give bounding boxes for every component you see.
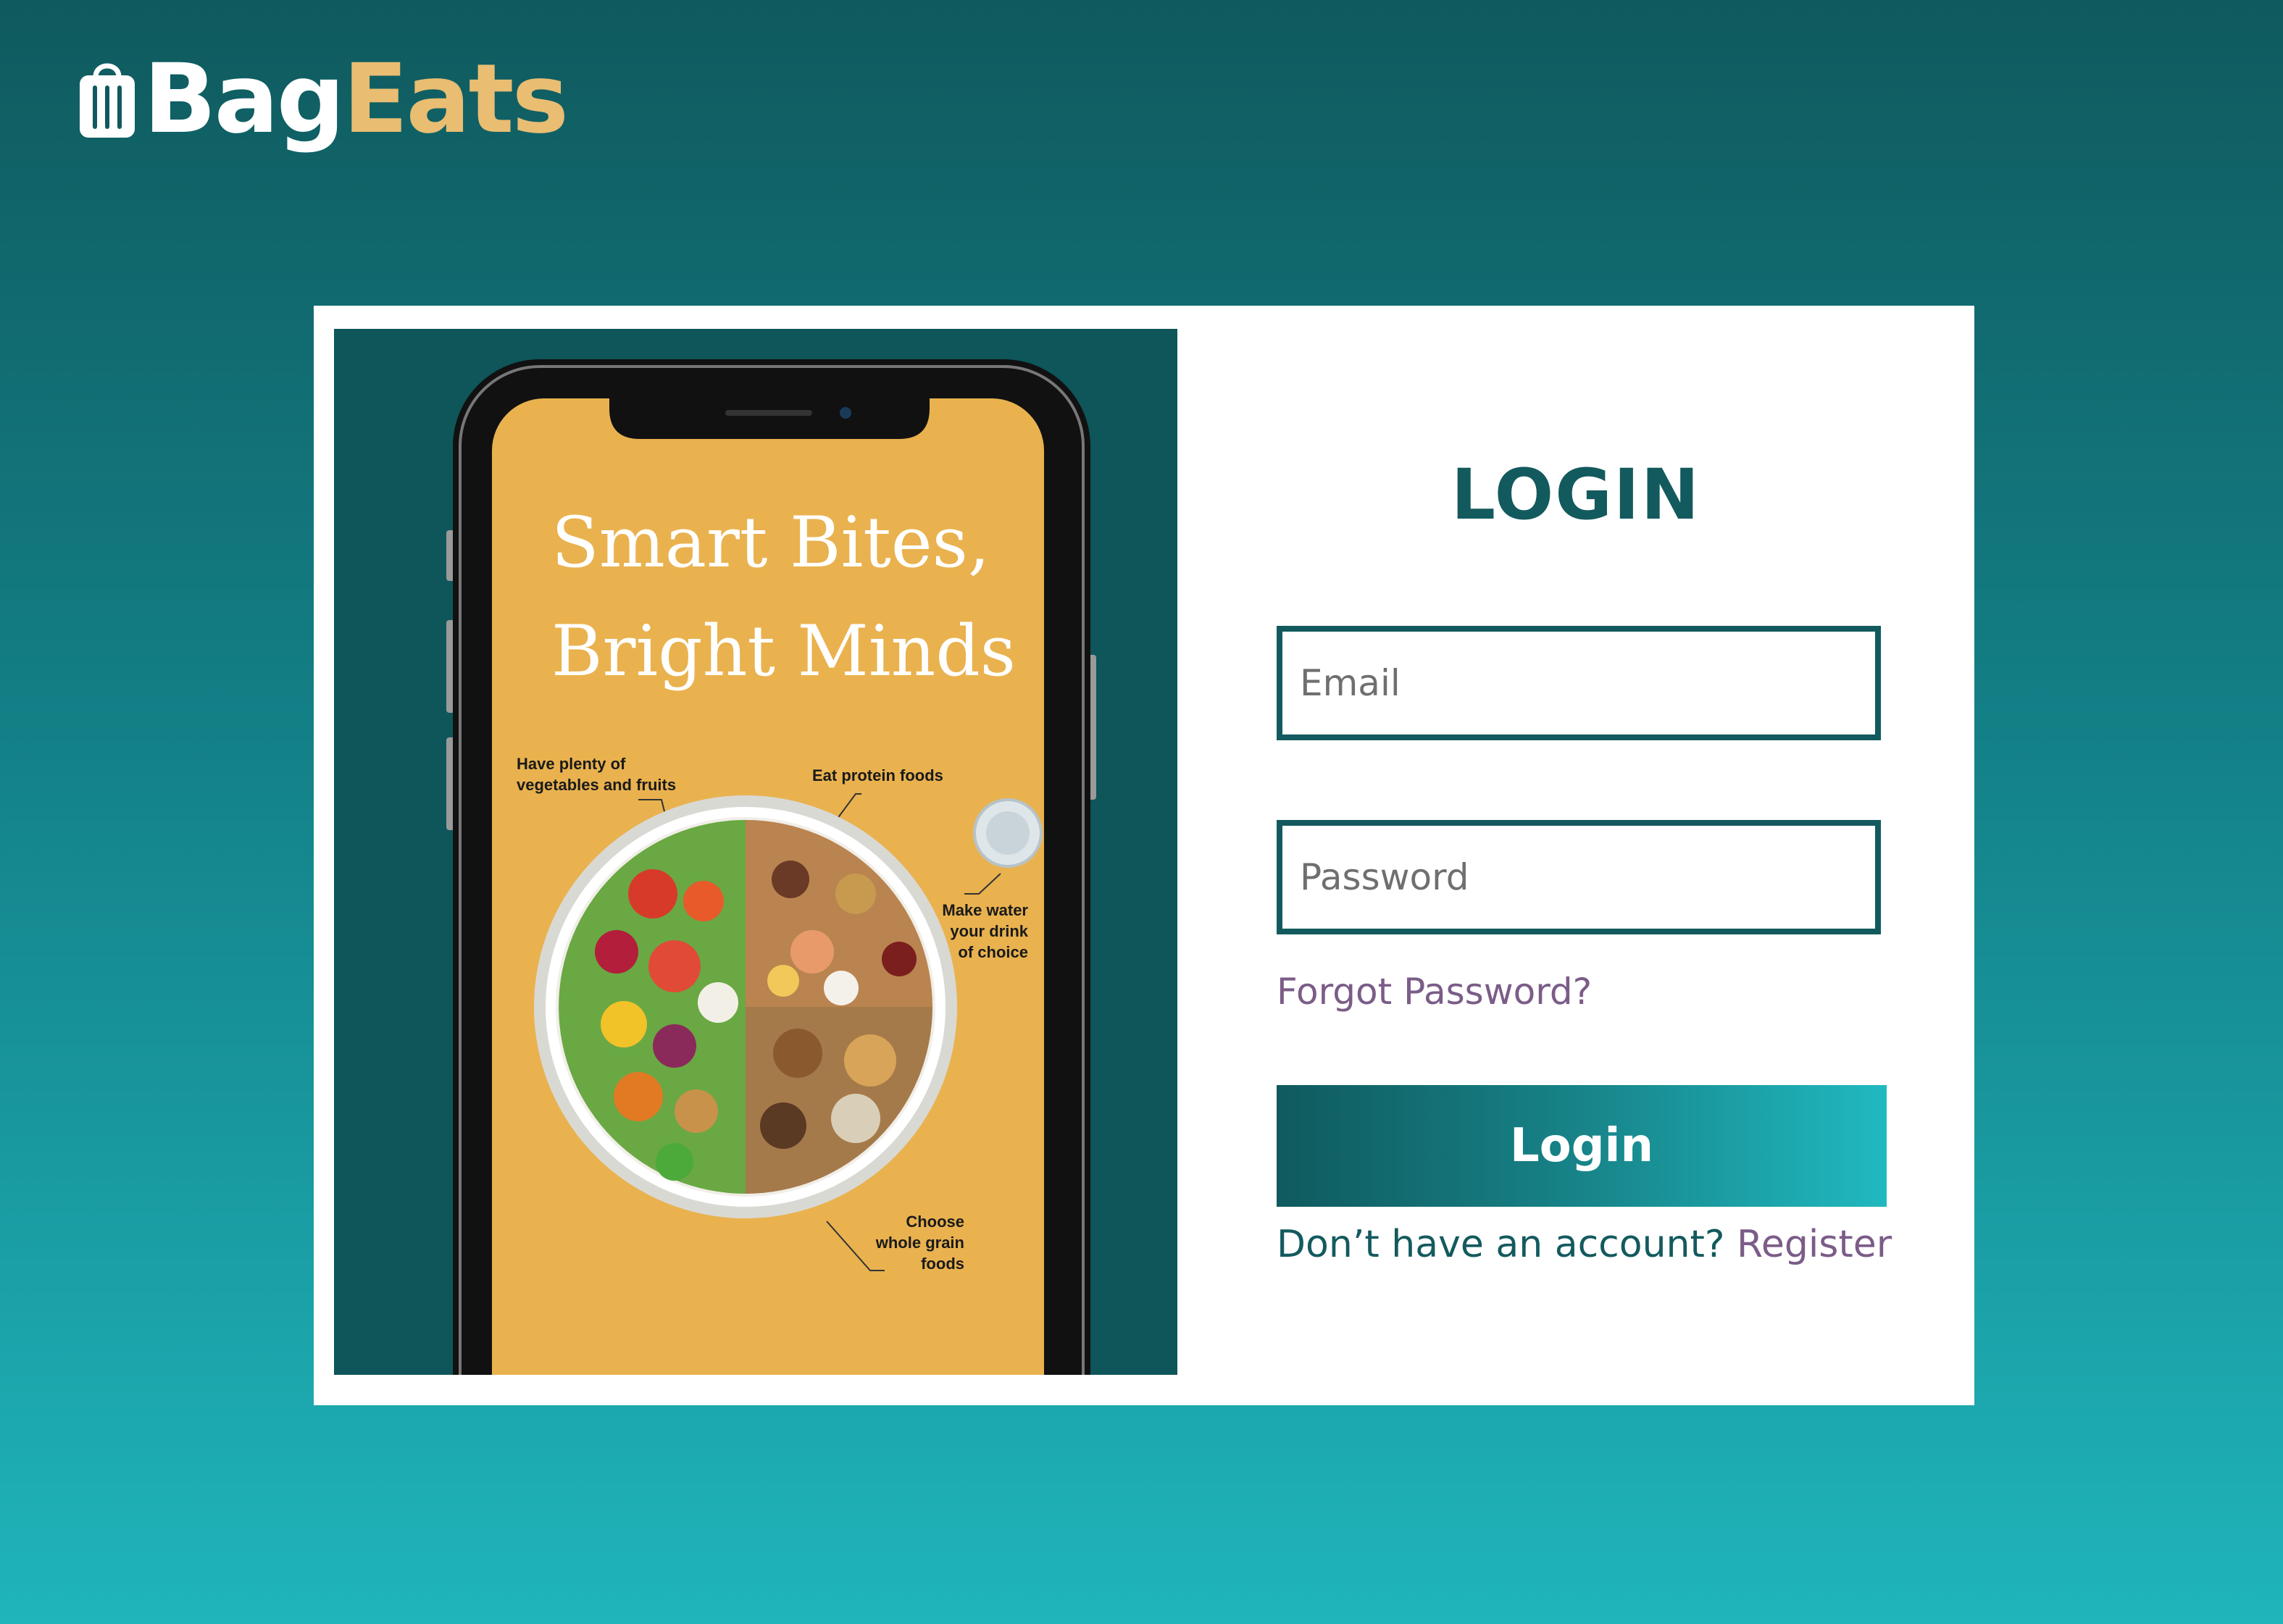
password-field[interactable]: [1277, 820, 1881, 934]
callout-grains: Choose whole grain foods: [875, 1213, 964, 1273]
brand-name-eats: Eats: [343, 43, 569, 155]
hero-title: Smart Bites, Bright Minds: [551, 488, 1059, 706]
register-link[interactable]: Register: [1737, 1223, 1892, 1266]
hero-image: Smart Bites, Bright Minds Have plenty of…: [334, 329, 1177, 1375]
brand-name: BagEats: [143, 51, 569, 147]
brand-name-bag: Bag: [143, 43, 345, 155]
login-form: LOGIN Forgot Password? Login Don’t have …: [1177, 306, 1974, 1405]
callout-vegetables: Have plenty of vegetables and fruits: [517, 755, 677, 794]
register-prompt: Don’t have an account? Register: [1277, 1223, 1892, 1266]
email-field[interactable]: [1277, 626, 1881, 740]
phone-illustration: [446, 359, 1096, 1375]
login-card: Smart Bites, Bright Minds Have plenty of…: [314, 306, 1974, 1405]
hero-title-line-2: Bright Minds: [551, 611, 1017, 692]
callout-protein: Eat protein foods: [812, 766, 943, 784]
login-button[interactable]: Login: [1277, 1085, 1887, 1207]
bageats-logo[interactable]: BagEats: [77, 45, 569, 154]
shopping-bag-icon: [80, 63, 135, 138]
callout-water: Make water your drink of choice: [942, 901, 1028, 961]
no-account-text: Don’t have an account?: [1277, 1223, 1725, 1266]
hero-title-line-1: Smart Bites,: [551, 502, 990, 583]
login-title: LOGIN: [1451, 454, 1701, 535]
forgot-password-link[interactable]: Forgot Password?: [1277, 971, 1592, 1013]
